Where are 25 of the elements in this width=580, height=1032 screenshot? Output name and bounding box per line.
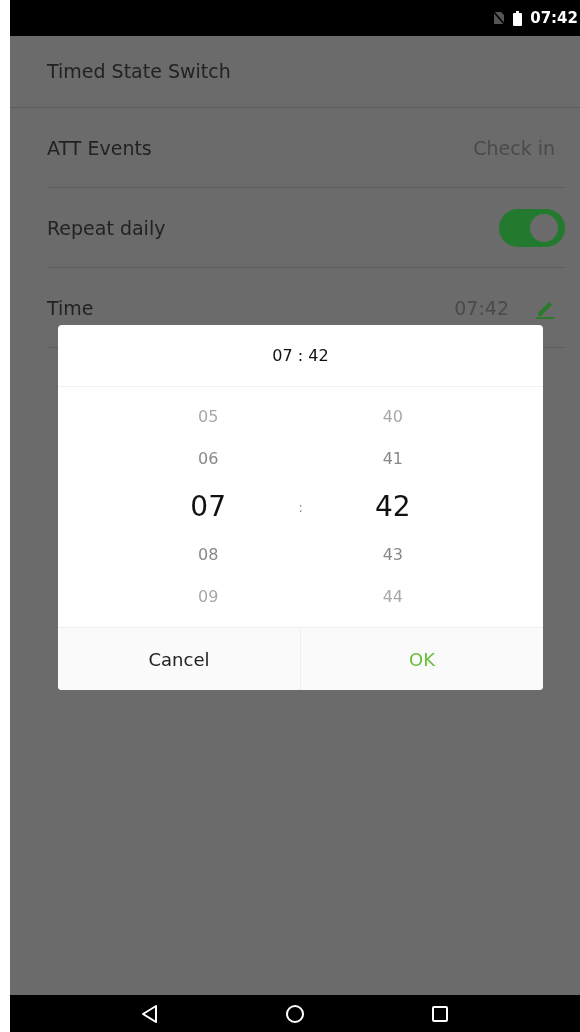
hour-option[interactable]: 09 <box>197 581 219 613</box>
ok-button[interactable]: OK <box>300 628 543 690</box>
recents-icon[interactable] <box>430 1003 450 1024</box>
hour-option[interactable]: 08 <box>197 539 219 571</box>
no-sim-icon <box>493 11 506 25</box>
toggle-switch[interactable] <box>499 208 565 247</box>
home-icon[interactable] <box>285 1003 305 1024</box>
status-time: 07:42 <box>530 9 578 27</box>
minute-option[interactable]: 41 <box>382 443 404 475</box>
setting-label: Repeat daily <box>47 216 167 239</box>
screen-title: Timed State Switch <box>10 36 580 108</box>
back-icon[interactable] <box>140 1003 160 1024</box>
minute-option[interactable]: 42 <box>375 485 411 529</box>
hour-option[interactable]: 07 <box>190 485 226 529</box>
minute-option[interactable]: 40 <box>382 401 404 433</box>
minute-option[interactable]: 43 <box>382 539 404 571</box>
hour-option[interactable]: 06 <box>197 443 219 475</box>
dialog-title: 07 : 42 <box>58 325 543 387</box>
setting-label: Time <box>47 296 95 319</box>
battery-icon <box>513 10 523 26</box>
setting-label: ATT Events <box>47 136 153 159</box>
hour-option[interactable]: 05 <box>197 401 219 433</box>
minute-option[interactable]: 44 <box>382 581 404 613</box>
time-separator: : <box>298 499 303 515</box>
cancel-button[interactable]: Cancel <box>58 628 300 690</box>
